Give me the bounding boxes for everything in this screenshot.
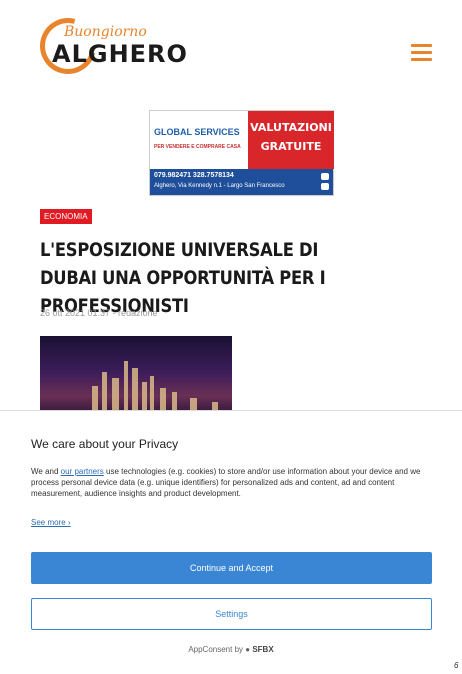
article-image (40, 336, 232, 416)
continue-and-accept-button[interactable]: Continue and Accept (31, 552, 432, 584)
consent-description: We and our partners use technologies (e.… (31, 467, 421, 498)
partners-link[interactable]: our partners (61, 467, 104, 476)
social-icons (321, 173, 329, 191)
ad-left-panel: GLOBAL SERVICES PER VENDERE E COMPRARE C… (150, 111, 248, 169)
category-badge[interactable]: ECONOMIA (40, 209, 92, 224)
article-meta: 26 ott 2021 01:37 - redazione (40, 308, 158, 318)
powered-by: AppConsent by ● SFBX (188, 645, 274, 654)
logo-brand-text: ALGHERO (52, 40, 188, 68)
consent-title: We care about your Privacy (31, 437, 179, 451)
ad-headline-panel: VALUTAZIONI GRATUITE (248, 111, 334, 169)
ad-banner[interactable]: GLOBAL SERVICES PER VENDERE E COMPRARE C… (149, 110, 334, 196)
chevron-right-icon: › (67, 518, 71, 527)
ad-contact-bar: 079.982471 328.7578134 Alghero, Via Kenn… (150, 169, 333, 195)
facebook-icon (321, 183, 329, 190)
site-logo[interactable]: Buongiorno ALGHERO (29, 7, 187, 85)
corner-mark: 6 (454, 661, 459, 670)
ad-address: Alghero, Via Kennedy n.1 - Largo San Fra… (154, 183, 285, 189)
settings-button[interactable]: Settings (31, 598, 432, 630)
ad-headline-1: VALUTAZIONI (250, 121, 332, 134)
logo-script-text: Buongiorno (64, 24, 147, 40)
ad-headline-2: GRATUITE (260, 140, 322, 153)
hamburger-menu-icon[interactable] (411, 44, 432, 62)
sfbx-logo-icon: ● (245, 645, 251, 654)
instagram-icon (321, 173, 329, 180)
ad-company-name: GLOBAL SERVICES (154, 127, 240, 137)
see-more-link[interactable]: See more › (31, 518, 71, 527)
ad-phones: 079.982471 328.7578134 (154, 172, 234, 179)
ad-tagline: PER VENDERE E COMPRARE CASA (154, 144, 241, 150)
